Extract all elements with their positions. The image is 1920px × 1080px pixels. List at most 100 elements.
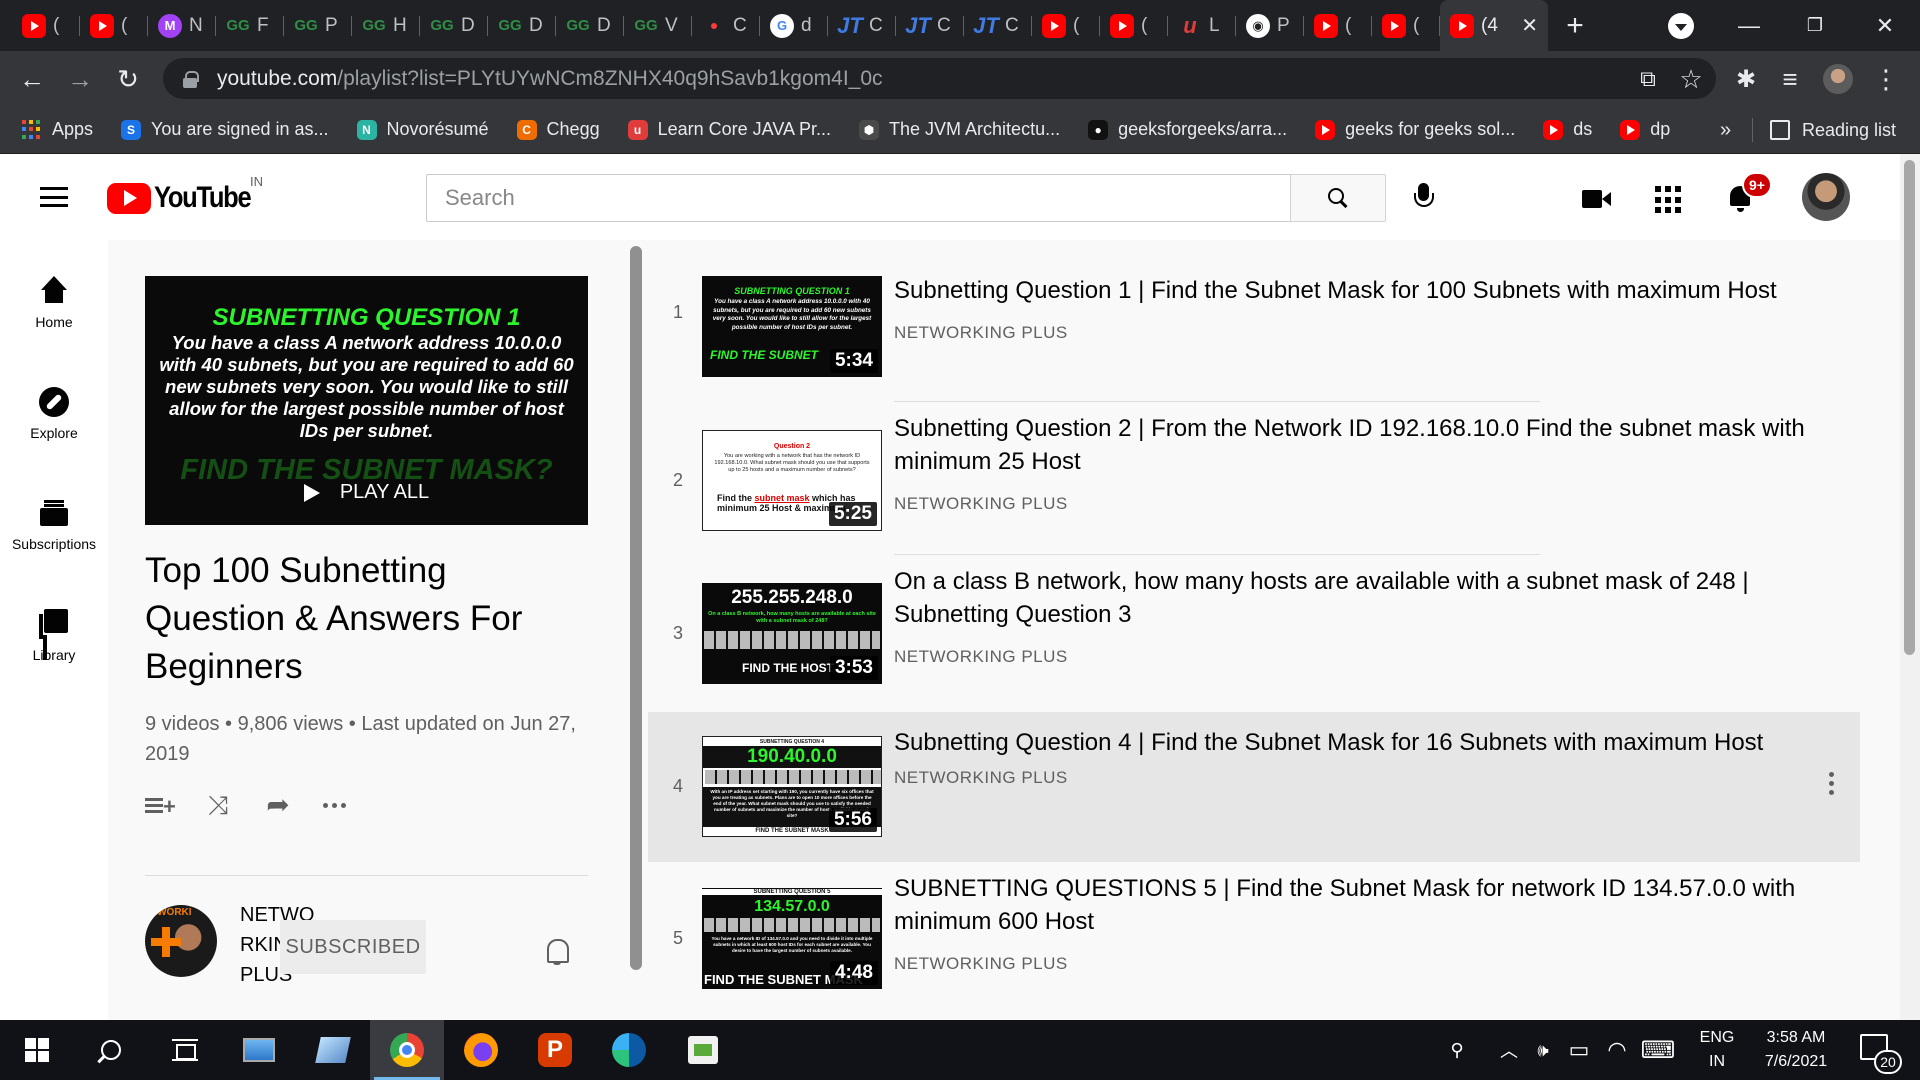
video-title[interactable]: On a class B network, how many hosts are… [894,565,1844,631]
video-channel[interactable]: NETWORKING PLUS [894,647,1068,667]
address-bar[interactable]: youtube.com/playlist?list=PLYtUYwNCm8ZNH… [163,58,1716,99]
browser-tab[interactable]: GG D [488,0,556,51]
bookmark-item[interactable]: u Learn Core JAVA Pr... [614,106,845,154]
search-button[interactable] [1290,174,1386,222]
people-icon[interactable]: ⚲ [1440,1020,1474,1080]
subscribed-button[interactable]: SUBSCRIBED [280,920,426,974]
bookmark-star-icon[interactable]: ☆ [1676,64,1706,94]
browser-tab[interactable]: JT C [896,0,964,51]
extensions-icon[interactable]: ✱ [1728,61,1764,97]
profile-avatar[interactable] [1820,61,1856,97]
guide-item-explore[interactable]: Explore [0,369,108,459]
shuffle-icon[interactable]: ⤨ [203,790,233,820]
browser-tab[interactable]: ( [80,0,148,51]
browser-tab[interactable]: GG D [420,0,488,51]
taskbar-app-firefox[interactable] [444,1020,518,1080]
browser-tab[interactable]: ( [1304,0,1372,51]
page-scrollbar-thumb[interactable] [1904,160,1915,655]
browser-tab[interactable]: uL [1168,0,1236,51]
video-thumbnail[interactable]: 255.255.248.0 On a class B network, how … [702,583,882,684]
window-close-button[interactable]: ✕ [1862,0,1908,51]
forward-button[interactable]: → [62,61,98,97]
playlist-video-row[interactable]: 1 SUBNETTING QUESTION 1 You have a class… [648,240,1860,392]
volume-icon[interactable]: 🕪 [1528,1020,1558,1080]
video-action-menu-icon[interactable] [1829,772,1834,795]
playlist-video-row[interactable]: 3 255.255.248.0 On a class B network, ho… [648,555,1860,707]
browser-tab[interactable]: ( [1372,0,1440,51]
tab-search-dropdown-icon[interactable] [1668,13,1694,39]
more-actions-icon[interactable] [323,790,353,820]
bookmark-item[interactable]: ⬢ The JVM Architectu... [845,106,1074,154]
browser-tab[interactable]: Gd [760,0,828,51]
playlist-video-row[interactable]: 5 SUBNETTING QUESTION 5 134.57.0.0 You h… [648,862,1860,1014]
window-restore-button[interactable]: ❐ [1792,0,1838,51]
browser-tab[interactable]: C [692,0,760,51]
tray-overflow-chevron-icon[interactable]: ︿ [1494,1020,1524,1080]
browser-tab[interactable]: GG P [284,0,352,51]
bookmark-item[interactable]: dp [1606,106,1684,154]
guide-item-library[interactable]: Library [0,591,108,681]
browser-tab[interactable]: JT C [828,0,896,51]
bookmark-item[interactable]: ds [1529,106,1606,154]
notification-preference-bell-icon[interactable] [545,937,571,965]
youtube-logo[interactable]: YouTube [107,181,267,215]
lock-icon[interactable] [183,70,199,88]
channel-avatar[interactable]: TWORKI [145,905,217,977]
taskbar-app-this-pc[interactable] [222,1020,296,1080]
search-input[interactable]: Search [426,174,1290,222]
video-channel[interactable]: NETWORKING PLUS [894,494,1068,514]
apps-icon[interactable] [1655,184,1685,214]
taskbar-search-button[interactable] [74,1020,148,1080]
video-channel[interactable]: NETWORKING PLUS [894,323,1068,343]
browser-tab[interactable]: ( [12,0,80,51]
guide-menu-icon[interactable] [40,187,68,207]
share-icon[interactable]: ➦ [263,790,293,820]
media-controls-icon[interactable]: ≡ [1772,61,1808,97]
browser-tab-active[interactable]: (4 ✕ [1440,0,1548,51]
playlist-video-row[interactable]: 4 SUBNETTING QUESTION 4 190.40.0.0 With … [648,712,1860,862]
video-title[interactable]: SUBNETTING QUESTIONS 5 | Find the Subnet… [894,872,1844,938]
video-channel[interactable]: NETWORKING PLUS [894,954,1068,974]
open-in-app-icon[interactable]: ⧉ [1633,64,1663,94]
browser-tab[interactable]: MN [148,0,216,51]
system-clock[interactable]: 3:58 AM 7/6/2021 [1746,1026,1846,1074]
taskbar-app-editor[interactable] [666,1020,740,1080]
start-button[interactable] [0,1020,74,1080]
chrome-menu-icon[interactable]: ⋮ [1868,61,1904,97]
voice-search-icon[interactable] [1412,183,1436,215]
playlist-video-row[interactable]: 2 Question 2 You are working with a netw… [648,402,1860,554]
account-avatar[interactable] [1802,173,1850,221]
reading-list-button[interactable]: Reading list [1770,106,1896,154]
browser-tab[interactable]: ( [1100,0,1168,51]
add-to-queue-icon[interactable] [145,790,176,820]
guide-item-home[interactable]: Home [0,258,108,348]
tab-close-icon[interactable]: ✕ [1521,13,1538,38]
input-language-indicator[interactable]: ENG IN [1692,1026,1742,1074]
browser-tab[interactable]: GG H [352,0,420,51]
window-minimize-button[interactable]: — [1726,0,1772,51]
video-title[interactable]: Subnetting Question 2 | From the Network… [894,412,1844,478]
taskbar-app-presentation[interactable]: P [518,1020,592,1080]
guide-item-subscriptions[interactable]: Subscriptions [0,480,108,570]
browser-tab[interactable]: GG V [624,0,692,51]
video-channel[interactable]: NETWORKING PLUS [894,768,1068,788]
bookmark-item[interactable]: ● geeksforgeeks/arra... [1074,106,1301,154]
sidebar-scrollbar[interactable] [630,246,642,970]
bookmarks-overflow-button[interactable]: » [1720,106,1731,154]
play-all-button[interactable]: PLAY ALL [145,481,588,504]
browser-tab[interactable]: ◉ P [1236,0,1304,51]
create-video-icon[interactable] [1582,184,1612,214]
browser-tab[interactable]: GG D [556,0,624,51]
browser-tab[interactable]: GG F [216,0,284,51]
back-button[interactable]: ← [14,61,50,97]
video-thumbnail[interactable]: SUBNETTING QUESTION 5 134.57.0.0 You hav… [702,888,882,989]
video-title[interactable]: Subnetting Question 1 | Find the Subnet … [894,274,1844,307]
video-thumbnail[interactable]: SUBNETTING QUESTION 4 190.40.0.0 With an… [702,736,882,837]
bookmark-item[interactable]: S You are signed in as... [107,106,342,154]
reload-button[interactable]: ↻ [110,61,146,97]
video-title[interactable]: Subnetting Question 4 | Find the Subnet … [894,726,1844,759]
bookmark-item[interactable]: C Chegg [503,106,614,154]
browser-tab[interactable]: ( [1032,0,1100,51]
touch-keyboard-icon[interactable]: ⌨ [1640,1020,1676,1080]
bookmark-item[interactable]: geeks for geeks sol... [1301,106,1529,154]
